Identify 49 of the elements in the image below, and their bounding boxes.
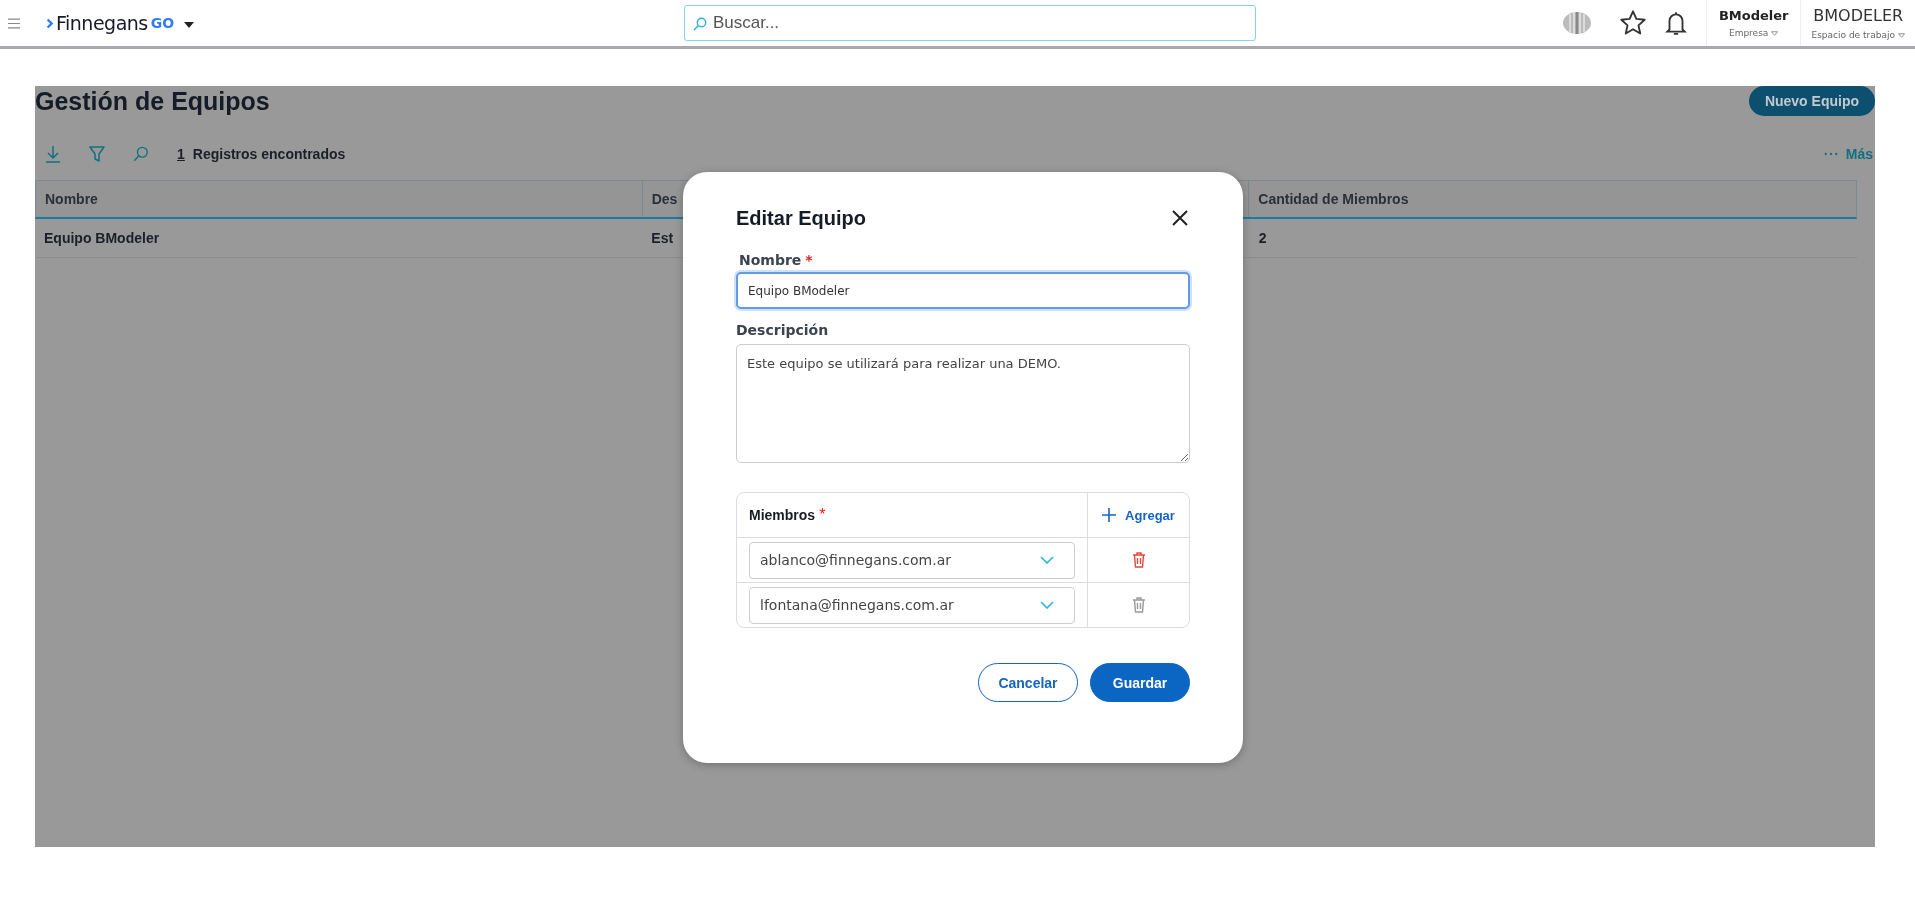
workspace-name[interactable]: BMODELER [1813,6,1904,25]
member-select[interactable]: ablanco@finnegans.com.ar [749,541,1075,579]
member-select[interactable]: lfontana@finnegans.com.ar [749,586,1075,624]
new-team-button[interactable]: Nuevo Equipo [1748,86,1875,116]
bell-icon[interactable] [1664,10,1687,36]
more-icon[interactable] [1823,152,1838,156]
members-label: Miembros [749,507,816,523]
chevron-down-icon[interactable] [1040,556,1054,564]
column-header[interactable]: Des [651,191,678,207]
company-name[interactable]: BModeler [1718,8,1789,23]
menu-icon[interactable] [8,17,20,29]
trash-icon[interactable] [1131,552,1146,568]
search-icon[interactable] [133,145,149,163]
table-cell: Equipo BModeler [44,230,160,246]
search-icon [692,17,707,31]
required-mark: * [819,506,826,524]
caret-icon[interactable] [184,21,195,28]
cancel-button[interactable]: Cancelar [978,663,1078,702]
company-label[interactable]: Empresa [1728,28,1769,38]
record-count: 1 [177,146,185,162]
description-text-area[interactable]: Este equipo se utilizará para realizar una DEMO. [736,344,1190,463]
brand-suffix[interactable]: GO [150,15,175,31]
trash-icon[interactable] [1131,597,1146,613]
chevron-down-icon[interactable] [1040,601,1054,609]
plus-icon[interactable] [1102,508,1117,522]
field-label: Descripción [736,322,829,338]
save-button[interactable]: Guardar [1090,663,1190,702]
column-header[interactable]: Cantidad de Miembros [1258,191,1409,207]
required-mark: * [805,252,813,268]
table-cell: Est [651,230,674,246]
star-icon[interactable] [1618,9,1647,37]
sphere-logo-icon[interactable] [1561,11,1592,35]
filter-icon[interactable] [89,145,105,163]
workspace-label[interactable]: Espacio de trabajo [1811,30,1895,40]
close-icon[interactable] [1172,210,1188,226]
add-member-button[interactable]: Agregar [1102,507,1175,523]
name-input-field[interactable]: Equipo BModeler [736,272,1190,309]
dropdown-icon[interactable] [1898,32,1905,38]
dropdown-icon[interactable] [1771,30,1779,36]
download-icon[interactable] [45,145,61,163]
chevron-logo-icon [46,16,54,30]
brand-name[interactable]: Finnegans [56,12,148,34]
search-field[interactable]: Buscar... [683,5,1256,41]
records-label: Registros encontrados [192,146,346,162]
field-label: Nombre [739,252,802,268]
page-title: Gestión de Equipos [35,86,270,116]
column-header[interactable]: Nombre [45,191,98,207]
table-cell: 2 [1258,230,1267,246]
dialog-title: Editar Equipo [736,206,866,230]
